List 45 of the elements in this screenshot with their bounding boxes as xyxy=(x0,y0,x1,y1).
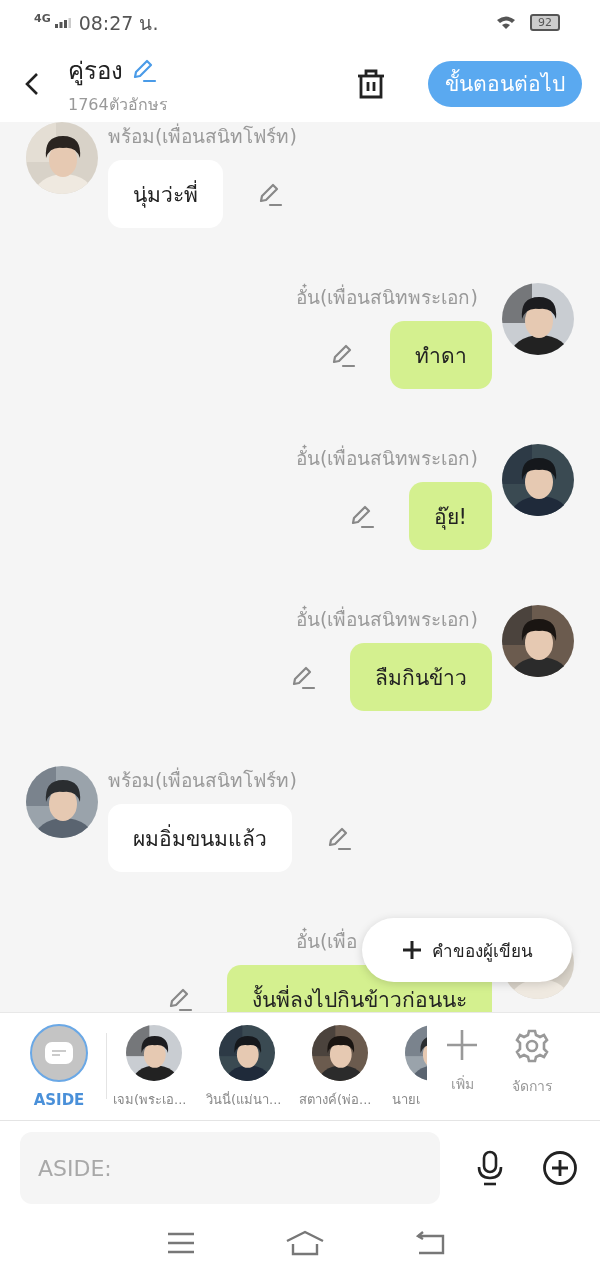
aside-item[interactable]: ASIDE xyxy=(28,1024,90,1109)
manage-button[interactable]: จัดการ xyxy=(497,1029,567,1097)
battery-level: 92 xyxy=(530,14,560,31)
settings-icon xyxy=(515,1029,549,1063)
input-field[interactable]: ASIDE: xyxy=(20,1132,440,1204)
menu-icon[interactable] xyxy=(167,1232,195,1254)
sender-name: อั๋น(เพื่อนสนิทพระเอก) xyxy=(296,605,478,633)
signal-icon xyxy=(54,17,71,28)
aside-icon xyxy=(30,1024,88,1082)
plus-icon xyxy=(401,940,422,960)
microphone-icon[interactable] xyxy=(476,1150,504,1186)
home-icon[interactable] xyxy=(285,1230,325,1256)
story-title: คู่รอง xyxy=(68,55,123,88)
character-count: 1764ตัวอักษร xyxy=(68,93,168,116)
message-bubble[interactable]: อุ๊ย! xyxy=(408,482,492,550)
status-time: 08:27 น. xyxy=(78,10,159,36)
back-nav-icon[interactable] xyxy=(415,1231,445,1255)
sender-name: อั๋น(เพื่อนสนิทพระเอก) xyxy=(296,283,478,311)
add-character-button[interactable]: เพิ่ม xyxy=(427,1029,497,1095)
message-bubble[interactable]: ผมอิ่มขนมแล้ว xyxy=(108,804,292,872)
add-circle-icon[interactable] xyxy=(542,1150,578,1186)
next-step-button[interactable]: ขั้นตอนต่อไป xyxy=(428,60,582,107)
character-item[interactable]: สตางค์(พ่อ... xyxy=(293,1025,386,1110)
edit-icon[interactable] xyxy=(326,825,352,851)
author-note-menu[interactable]: คำของผู้เขียน xyxy=(362,918,572,982)
message-bubble[interactable]: ทำดา xyxy=(390,321,492,389)
sender-name: พร้อม(เพื่อนสนิทโฟร์ท) xyxy=(108,766,297,793)
edit-icon[interactable] xyxy=(167,986,193,1012)
edit-icon[interactable] xyxy=(257,181,283,207)
edit-title-icon[interactable] xyxy=(131,57,157,83)
character-item[interactable]: นายเ xyxy=(386,1025,427,1110)
trash-icon[interactable] xyxy=(356,67,386,100)
edit-icon[interactable] xyxy=(330,342,356,368)
edit-icon[interactable] xyxy=(290,664,316,690)
character-item[interactable]: วินนี่(แม่นา... xyxy=(200,1025,293,1110)
message-bubble[interactable]: นุ่มว่ะพี่ xyxy=(108,160,223,228)
back-icon xyxy=(25,71,39,96)
sender-name: พร้อม(เพื่อนสนิทโฟร์ท) xyxy=(108,122,297,149)
wifi-icon xyxy=(496,15,516,30)
character-item[interactable]: เจม(พระเอ... xyxy=(107,1025,200,1110)
sender-name: อั๋น(เพื่อ xyxy=(296,927,358,955)
plus-icon xyxy=(446,1029,478,1061)
message-bubble[interactable]: ลืมกินข้าว xyxy=(350,643,492,711)
network-label: 4G xyxy=(34,12,51,25)
sender-name: อั๋น(เพื่อนสนิทพระเอก) xyxy=(296,444,478,472)
